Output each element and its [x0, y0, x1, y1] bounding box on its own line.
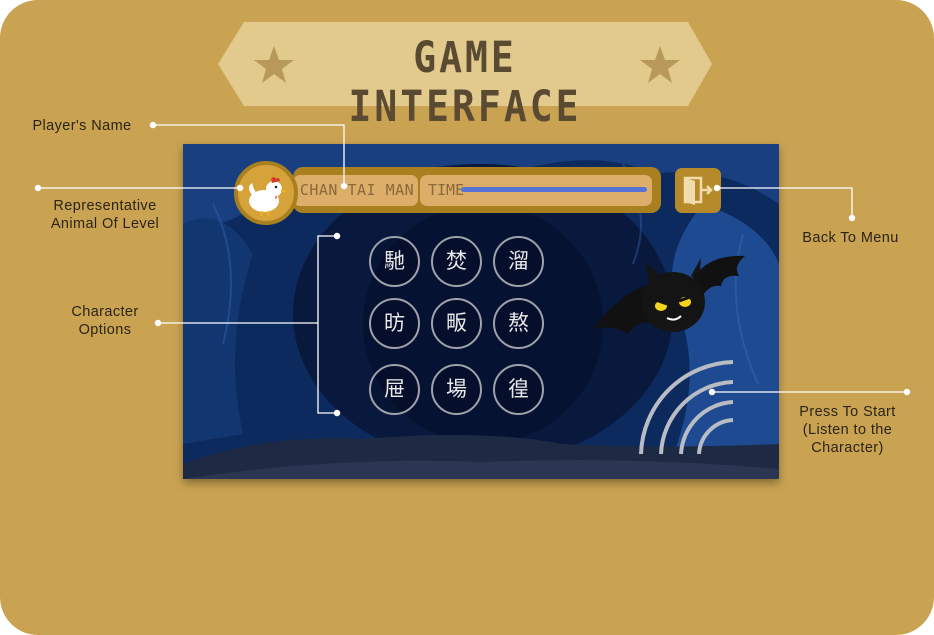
time-bar-fill — [461, 187, 647, 192]
callout-press-start-line3: Character) — [811, 440, 884, 456]
chicken-icon — [249, 177, 287, 217]
presentation-board: GAME INTERFACE Player's Name Representat… — [0, 0, 934, 635]
time-bar — [461, 187, 647, 192]
callout-char-options: Character Options — [55, 303, 155, 339]
character-option-4[interactable]: 昉 — [369, 298, 420, 349]
character-option-5[interactable]: 畈 — [431, 298, 482, 349]
level-animal-avatar — [234, 161, 298, 225]
callout-player-name: Player's Name — [32, 118, 132, 134]
callout-char-options-line1: Character — [71, 304, 139, 320]
exit-door-icon — [683, 176, 713, 205]
character-option-8[interactable]: 場 — [431, 364, 482, 415]
character-option-9[interactable]: 徨 — [493, 364, 544, 415]
back-to-menu-button[interactable] — [675, 168, 721, 213]
callout-press-start: Press To Start (Listen to the Character) — [780, 403, 915, 457]
bat-icon — [593, 255, 745, 334]
callout-animal: Representative Animal Of Level — [30, 197, 180, 233]
game-screen: CHAN TAI MAN TIME 馳 焚 溜 昉 畈 熬 屉 場 徨 — [183, 144, 779, 479]
page-title: GAME INTERFACE — [348, 32, 582, 132]
character-option-3[interactable]: 溜 — [493, 236, 544, 287]
callout-animal-line2: Animal Of Level — [50, 216, 160, 232]
character-option-2[interactable]: 焚 — [431, 236, 482, 287]
character-option-1[interactable]: 馳 — [369, 236, 420, 287]
sound-wave-icon[interactable] — [633, 354, 753, 474]
callout-back-to-menu: Back To Menu — [802, 230, 899, 246]
character-option-6[interactable]: 熬 — [493, 298, 544, 349]
callout-press-start-line1: Press To Start — [799, 404, 896, 420]
callout-press-start-line2: (Listen to the — [802, 422, 893, 438]
time-label: TIME — [428, 181, 465, 199]
callout-animal-line1: Representative — [53, 198, 157, 214]
callout-char-options-line2: Options — [78, 322, 132, 338]
player-name: CHAN TAI MAN — [299, 181, 415, 199]
character-option-7[interactable]: 屉 — [369, 364, 420, 415]
